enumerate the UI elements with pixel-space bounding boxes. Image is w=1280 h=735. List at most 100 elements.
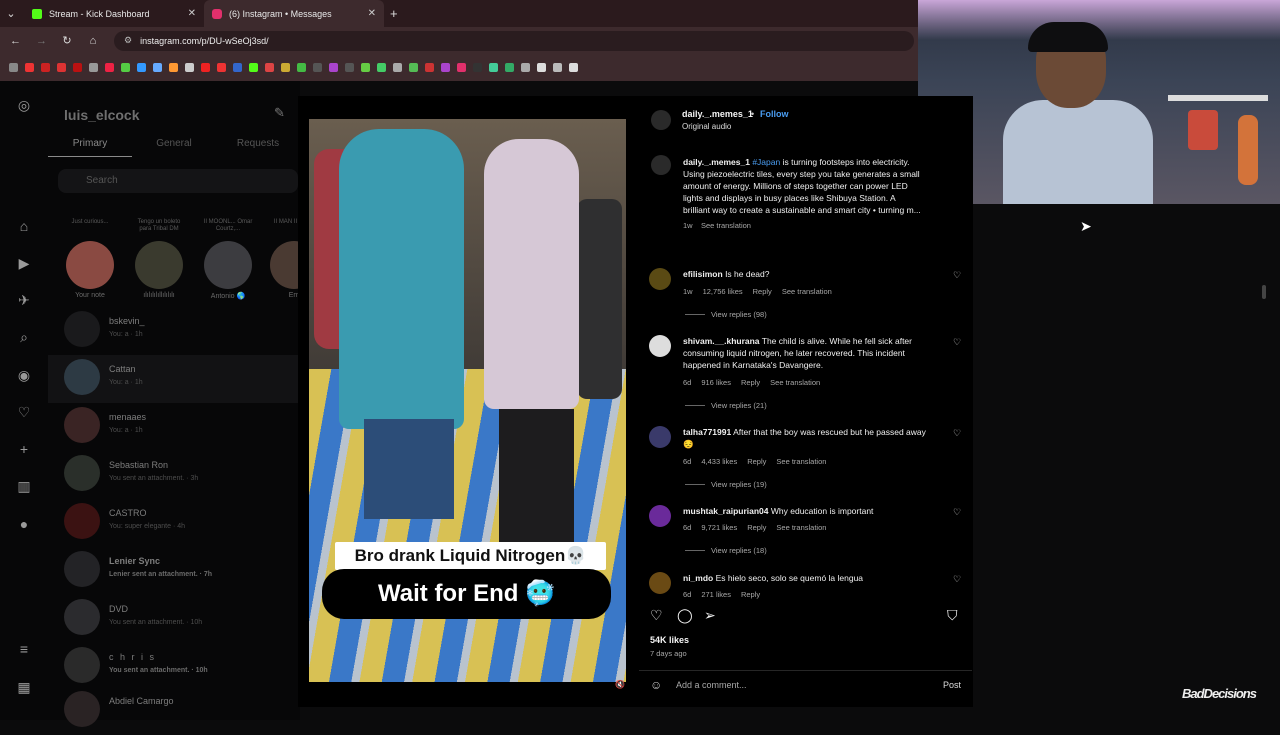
see-translation-link[interactable]: See translation xyxy=(776,457,826,466)
explore-icon[interactable]: ◉ xyxy=(16,367,32,383)
note-item[interactable]: II MOONL... Omar Courtz,... Antonio 🌎 xyxy=(200,219,256,300)
bookmark-icon[interactable] xyxy=(377,63,386,72)
like-comment-icon[interactable]: ♡ xyxy=(953,337,961,348)
bookmark-icon[interactable] xyxy=(345,63,354,72)
like-comment-icon[interactable]: ♡ xyxy=(953,574,961,585)
profile-icon[interactable]: ● xyxy=(16,516,32,532)
conversation-item[interactable]: bskevin_ You: a · 1h xyxy=(48,307,300,355)
create-icon[interactable]: + xyxy=(16,441,32,457)
emoji-icon[interactable]: ☺ xyxy=(650,678,662,692)
conversation-item[interactable]: Lenier Sync Lenier sent an attachment. ·… xyxy=(48,547,300,595)
back-icon[interactable]: ← xyxy=(10,35,21,47)
close-tab-icon[interactable]: ✕ xyxy=(368,8,376,19)
avatar[interactable] xyxy=(649,335,671,357)
bookmark-icon[interactable] xyxy=(409,63,418,72)
reels-icon[interactable]: ▶ xyxy=(16,255,32,271)
comment-likes[interactable]: 4,433 likes xyxy=(701,457,737,466)
tab-instagram-messages[interactable]: (6) Instagram • Messages ✕ xyxy=(204,0,384,27)
bookmark-icon[interactable] xyxy=(505,63,514,72)
note-item[interactable]: Tengo un boleto para Tribal DM ılılılılı… xyxy=(131,219,187,299)
instagram-logo-icon[interactable]: ◎ xyxy=(16,97,32,113)
note-item[interactable]: Just curious... Your note xyxy=(62,219,118,299)
search-icon[interactable]: ⌕ xyxy=(16,329,32,345)
comment-author[interactable]: mushtak_raipurian04 xyxy=(683,506,769,516)
tab-kick-dashboard[interactable]: Stream - Kick Dashboard ✕ xyxy=(24,0,204,27)
comment-author[interactable]: shivam.__.khurana xyxy=(683,336,760,346)
conversation-item[interactable]: menaaes You: a · 1h xyxy=(48,403,300,451)
tab-requests[interactable]: Requests xyxy=(216,133,300,157)
bookmark-icon[interactable] xyxy=(553,63,562,72)
author-avatar[interactable] xyxy=(651,155,671,175)
bookmark-icon[interactable] xyxy=(281,63,290,72)
conversation-item[interactable]: DVD You sent an attachment. · 10h xyxy=(48,595,300,643)
messages-icon[interactable]: ✈ xyxy=(16,292,32,308)
bookmark-icon[interactable] xyxy=(569,63,578,72)
heart-icon[interactable]: ♡ xyxy=(16,404,32,420)
forward-icon[interactable]: → xyxy=(36,35,47,47)
bookmark-icon[interactable] xyxy=(217,63,226,72)
likes-count[interactable]: 54K likes xyxy=(650,635,689,645)
author-avatar[interactable] xyxy=(651,110,671,130)
comment-likes[interactable]: 271 likes xyxy=(701,590,731,599)
page-scrollbar[interactable] xyxy=(1262,285,1266,299)
bookmark-icon[interactable] xyxy=(361,63,370,72)
view-replies-button[interactable]: View replies (18) xyxy=(685,546,767,555)
bookmark-icon[interactable] xyxy=(41,63,50,72)
bookmark-icon[interactable] xyxy=(25,63,34,72)
comment-author[interactable]: talha771991 xyxy=(683,427,731,437)
add-comment-input[interactable]: Add a comment... xyxy=(676,680,747,690)
bookmark-icon[interactable] xyxy=(329,63,338,72)
mute-icon[interactable]: 🔇 xyxy=(615,680,625,689)
avatar[interactable] xyxy=(649,268,671,290)
view-replies-button[interactable]: View replies (98) xyxy=(685,310,767,319)
like-icon[interactable]: ♡ xyxy=(650,607,663,624)
home-icon[interactable]: ⌂ xyxy=(88,35,98,47)
tab-list-icon[interactable]: ⌄ xyxy=(6,7,16,20)
reply-button[interactable]: Reply xyxy=(741,590,760,599)
conversation-item[interactable]: c h r i s You sent an attachment. · 10h xyxy=(48,643,300,691)
bookmark-icon[interactable] xyxy=(121,63,130,72)
bookmark-icon[interactable] xyxy=(537,63,546,72)
bookmark-icon[interactable] xyxy=(169,63,178,72)
bookmark-icon[interactable] xyxy=(297,63,306,72)
see-translation-link[interactable]: See translation xyxy=(701,221,751,230)
home-icon[interactable]: ⌂ xyxy=(16,218,32,234)
dm-search-input[interactable]: Search xyxy=(58,169,298,193)
bookmark-icon[interactable] xyxy=(521,63,530,72)
caption-author[interactable]: daily._.memes_1 xyxy=(683,157,750,167)
comment-icon[interactable]: ◯ xyxy=(677,607,693,624)
like-comment-icon[interactable]: ♡ xyxy=(953,428,961,439)
reply-button[interactable]: Reply xyxy=(747,523,766,532)
new-tab-button[interactable]: + xyxy=(390,6,398,21)
compose-icon[interactable]: ✎ xyxy=(274,105,285,121)
avatar[interactable] xyxy=(649,505,671,527)
conversation-item[interactable]: CASTRO You: super elegante · 4h xyxy=(48,499,300,547)
bookmark-icon[interactable] xyxy=(457,63,466,72)
apps-icon[interactable] xyxy=(9,63,18,72)
avatar[interactable] xyxy=(649,572,671,594)
share-icon[interactable]: ➢ xyxy=(704,607,716,624)
menu-icon[interactable]: ≡ xyxy=(16,641,32,657)
bookmark-icon[interactable] xyxy=(105,63,114,72)
bookmark-icon[interactable] xyxy=(185,63,194,72)
bookmark-icon[interactable] xyxy=(393,63,402,72)
post-author[interactable]: daily._.memes_1 xyxy=(682,109,753,119)
dashboard-icon[interactable]: ▥ xyxy=(16,478,32,494)
bookmark-icon[interactable] xyxy=(233,63,242,72)
bookmark-icon[interactable] xyxy=(137,63,146,72)
bookmark-icon[interactable] xyxy=(201,63,210,72)
see-translation-link[interactable]: See translation xyxy=(776,523,826,532)
view-replies-button[interactable]: View replies (19) xyxy=(685,480,767,489)
save-icon[interactable]: ⛉ xyxy=(947,607,958,624)
bookmark-icon[interactable] xyxy=(489,63,498,72)
tab-primary[interactable]: Primary xyxy=(48,133,132,157)
like-comment-icon[interactable]: ♡ xyxy=(953,507,961,518)
bookmark-icon[interactable] xyxy=(73,63,82,72)
bookmark-icon[interactable] xyxy=(57,63,66,72)
more-icon[interactable]: ▦ xyxy=(16,679,32,695)
comment-author[interactable]: efilisimon xyxy=(683,269,723,279)
bookmark-icon[interactable] xyxy=(441,63,450,72)
reply-button[interactable]: Reply xyxy=(747,457,766,466)
bookmark-icon[interactable] xyxy=(249,63,258,72)
bookmark-icon[interactable] xyxy=(89,63,98,72)
